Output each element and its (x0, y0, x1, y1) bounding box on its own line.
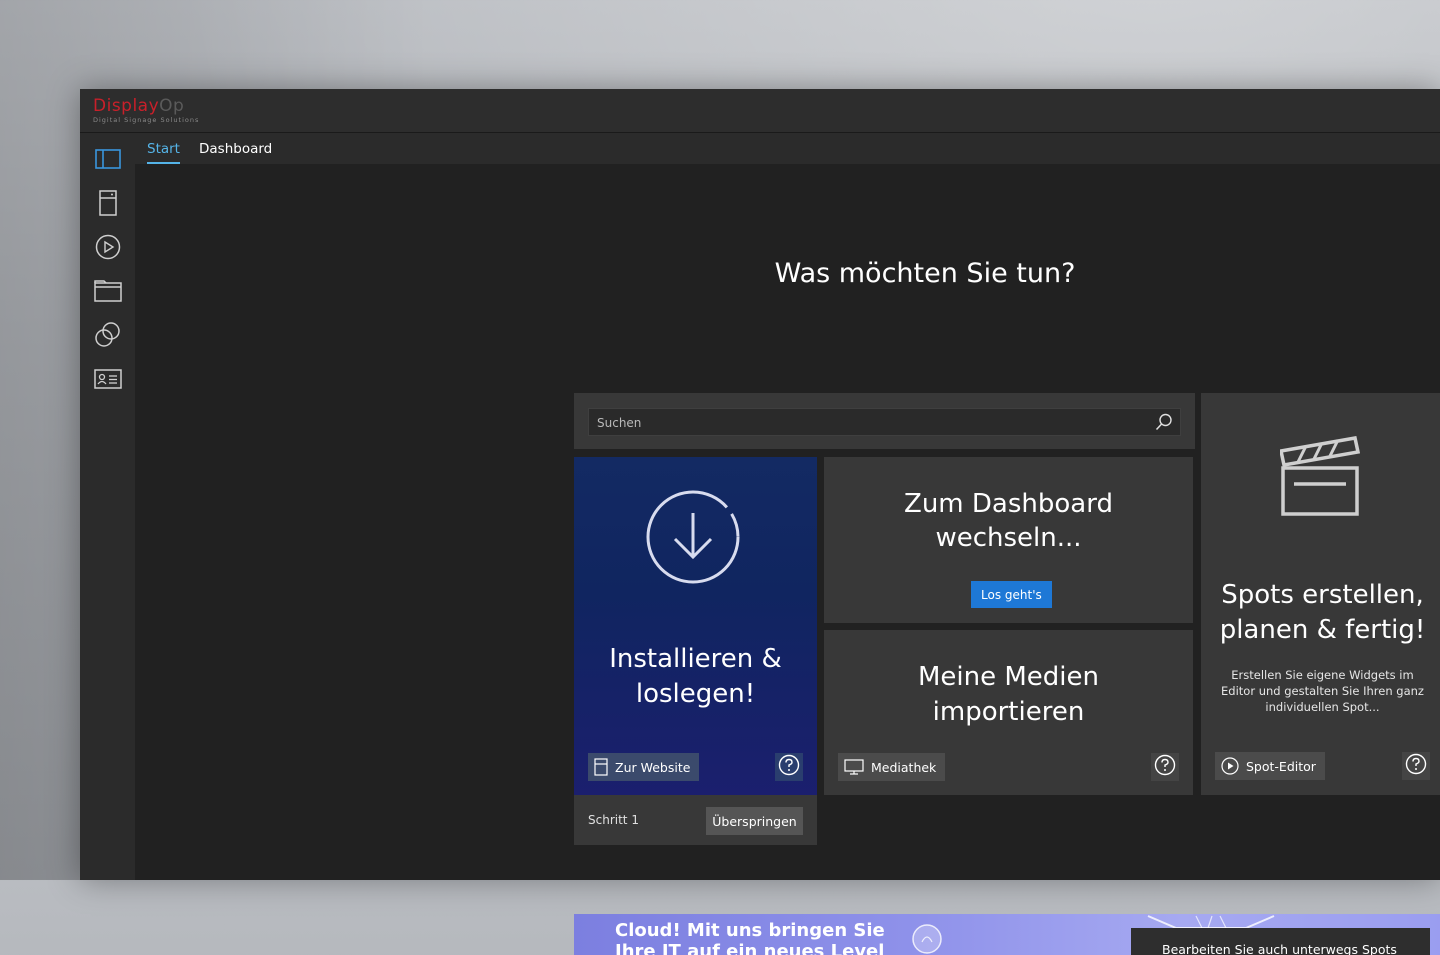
play-circle-icon (95, 234, 121, 264)
logo-brand-part2: Op (159, 96, 185, 116)
title-bar: DisplayOp Digital Signage Solutions (80, 89, 1440, 133)
search-box (588, 408, 1181, 437)
folder-icon (93, 280, 122, 306)
banner-text-line1: Cloud! Mit uns bringen Sie (615, 920, 885, 941)
install-help-button[interactable] (775, 753, 803, 781)
app-window: DisplayOp Digital Signage Solutions Star… (80, 89, 1440, 955)
banner-text: Cloud! Mit uns bringen Sie Ihre IT auf e… (615, 920, 895, 955)
question-circle-icon (1405, 753, 1427, 779)
dashboard-card-title-line2: wechseln... (935, 523, 1082, 553)
search-panel (574, 393, 1195, 449)
banner-info-box: Bearbeiten Sie auch unterwegs Spots (1131, 928, 1430, 955)
sidebar-item-groups[interactable] (80, 315, 135, 359)
clapperboard-icon (1278, 435, 1361, 522)
search-input[interactable] (595, 409, 1149, 437)
device-icon (98, 190, 118, 220)
media-card-title-line2: importieren (932, 697, 1085, 727)
sidebar-item-playlists[interactable] (80, 227, 135, 271)
install-card-title-line1: Installieren & (609, 644, 782, 674)
banner-text-line2: Ihre IT auf ein neues Level (615, 941, 885, 955)
spots-card-title-line1: Spots erstellen, (1221, 580, 1424, 610)
question-circle-icon (778, 754, 800, 780)
step-bar: Schritt 1 Überspringen (574, 795, 817, 845)
logo: DisplayOp Digital Signage Solutions (93, 97, 199, 124)
install-card[interactable]: Installieren & loslegen! Zur Website (574, 457, 817, 795)
sidebar (80, 133, 137, 880)
sidebar-item-media[interactable] (80, 271, 135, 315)
lets-go-button[interactable]: Los geht's (971, 581, 1052, 608)
media-library-button[interactable]: Mediathek (838, 753, 946, 781)
media-card[interactable]: Meine Medien importieren Mediathek (824, 630, 1193, 795)
spots-card-title-line2: planen & fertig! (1219, 615, 1426, 645)
tab-dashboard[interactable]: Dashboard (199, 141, 272, 157)
tab-start[interactable]: Start (147, 141, 180, 164)
install-card-title-line2: loslegen! (635, 679, 756, 709)
main-content: Was möchten Sie tun? Installieren & losl… (135, 164, 1440, 955)
monitor-icon (844, 759, 864, 775)
media-card-title-line1: Meine Medien (917, 662, 1100, 692)
spots-help-button[interactable] (1402, 752, 1430, 780)
sidebar-item-start[interactable] (80, 139, 137, 183)
sidebar-item-users[interactable] (80, 359, 135, 403)
media-help-button[interactable] (1151, 753, 1179, 781)
download-circle-icon (645, 489, 741, 589)
logo-brand-part1: Display (93, 96, 160, 116)
media-library-button-label: Mediathek (871, 759, 937, 775)
play-circle-icon (1221, 757, 1239, 775)
search-icon[interactable] (1154, 412, 1174, 436)
spot-editor-button-label: Spot-Editor (1246, 758, 1316, 774)
website-button-label: Zur Website (615, 759, 691, 775)
dashboard-card[interactable]: Zum Dashboard wechseln... Los geht's (824, 457, 1193, 623)
dashboard-card-title-line1: Zum Dashboard (904, 489, 1113, 519)
spots-card[interactable]: Spots erstellen, planen & fertig! Erstel… (1201, 393, 1440, 795)
page-heading: Was möchten Sie tun? (774, 258, 1076, 289)
spot-editor-button[interactable]: Spot-Editor (1215, 752, 1325, 780)
skip-button[interactable]: Überspringen (706, 807, 803, 835)
layout-panel-icon (94, 149, 121, 173)
question-circle-icon (1154, 754, 1176, 780)
overlap-circles-icon (94, 321, 122, 353)
tab-bar: Start Dashboard (135, 133, 1440, 164)
website-button[interactable]: Zur Website (588, 753, 700, 781)
contact-card-icon (93, 368, 122, 394)
logo-tagline: Digital Signage Solutions (93, 116, 200, 124)
sidebar-item-devices[interactable] (80, 183, 135, 227)
promo-banner[interactable]: Cloud! Mit uns bringen Sie Ihre IT auf e… (574, 914, 1440, 955)
device-icon (594, 758, 608, 776)
spots-card-description: Erstellen Sie eigene Widgets im Editor u… (1221, 668, 1424, 714)
lightbulb-icon (910, 922, 944, 955)
step-label: Schritt 1 (588, 813, 639, 827)
